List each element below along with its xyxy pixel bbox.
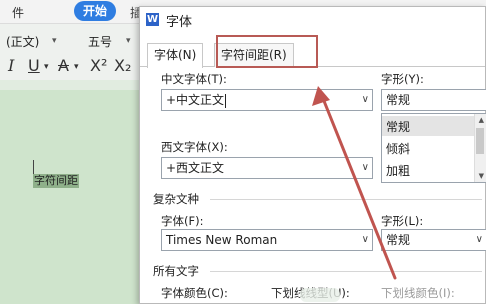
decorative-blur: [300, 288, 340, 302]
underline-color-label: 下划线颜色(I):: [381, 286, 455, 300]
font-size-box[interactable]: 五号: [88, 33, 112, 50]
selected-document-text[interactable]: 字符间距: [33, 174, 79, 188]
chevron-down-icon[interactable]: ▾: [44, 62, 49, 72]
style-option-regular[interactable]: 常规: [386, 118, 410, 135]
text-caret: [225, 93, 227, 108]
chevron-down-icon[interactable]: ∨: [362, 158, 369, 178]
section-divider: [210, 199, 482, 200]
western-font-select[interactable]: +西文正文 ∨: [161, 157, 373, 179]
style-option-bold[interactable]: 加粗: [386, 162, 410, 179]
western-font-label: 西文字体(X):: [161, 140, 228, 154]
chevron-down-icon[interactable]: ▾: [126, 36, 131, 46]
section-divider: [210, 271, 482, 272]
complex-style-value: 常规: [386, 233, 411, 247]
complex-font-select[interactable]: Times New Roman ∨: [161, 229, 373, 251]
tab-font[interactable]: 字体(N): [147, 43, 204, 68]
wps-writer-icon: W: [146, 13, 159, 26]
chinese-font-select[interactable]: +中文正文 ∨: [161, 89, 373, 111]
chevron-down-icon[interactable]: ▾: [74, 62, 79, 72]
highlight-box: [216, 35, 318, 68]
font-dialog: W 字体 字体(N) 字符间距(R) 中文字体(T): +中文正文 ∨ 字形(Y…: [139, 6, 486, 304]
italic-button[interactable]: I: [8, 56, 14, 75]
western-font-value: +西文正文: [166, 161, 225, 175]
menu-file-partial[interactable]: 件: [12, 4, 24, 21]
ruler: [0, 80, 140, 90]
complex-script-section-title: 复杂文种: [153, 192, 199, 206]
text-cursor: [33, 160, 34, 174]
style-listbox[interactable]: 常规 倾斜 加粗 ▲ ▼: [381, 113, 486, 183]
chevron-down-icon[interactable]: ∨: [476, 230, 483, 250]
scroll-thumb[interactable]: [476, 128, 484, 154]
chevron-down-icon[interactable]: ∨: [362, 230, 369, 250]
superscript-button[interactable]: X²: [90, 56, 107, 75]
chinese-font-value: +中文正文: [166, 93, 225, 107]
style-input[interactable]: 常规: [381, 89, 486, 111]
font-name-box[interactable]: (正文): [6, 33, 39, 50]
chevron-down-icon[interactable]: ▾: [52, 36, 62, 46]
style-value: 常规: [386, 93, 411, 107]
complex-style-label: 字形(L):: [381, 214, 424, 228]
style-scrollbar[interactable]: ▲ ▼: [474, 114, 486, 182]
scroll-down-icon[interactable]: ▼: [479, 172, 484, 180]
start-tab-button[interactable]: 开始: [74, 1, 116, 21]
underline-button[interactable]: U: [28, 56, 40, 75]
strikethrough-font-color-button[interactable]: A: [58, 56, 69, 75]
complex-style-select[interactable]: 常规 ∨: [381, 229, 486, 251]
scroll-up-icon[interactable]: ▲: [479, 116, 484, 124]
font-color-label: 字体颜色(C):: [161, 286, 228, 300]
all-text-section-title: 所有文字: [153, 264, 199, 278]
dialog-title: 字体: [166, 15, 193, 30]
dialog-title-bar[interactable]: W 字体: [140, 7, 485, 33]
style-option-italic[interactable]: 倾斜: [386, 140, 410, 157]
subscript-button[interactable]: X₂: [114, 56, 131, 75]
complex-font-value: Times New Roman: [166, 233, 278, 247]
style-label: 字形(Y):: [381, 72, 424, 86]
chevron-down-icon[interactable]: ∨: [362, 90, 369, 110]
chinese-font-label: 中文字体(T):: [161, 72, 227, 86]
complex-font-label: 字体(F):: [161, 214, 204, 228]
